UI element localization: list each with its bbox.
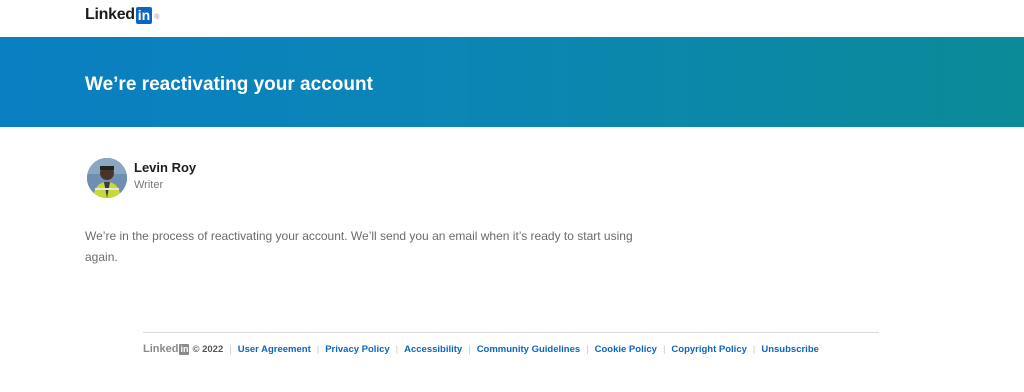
footer-separator: | bbox=[586, 343, 589, 355]
avatar-image bbox=[87, 158, 127, 198]
logo-wordmark: Linked bbox=[85, 6, 135, 23]
footer-separator: | bbox=[229, 343, 232, 355]
footer-link-privacy-policy[interactable]: Privacy Policy bbox=[325, 344, 389, 355]
email-page: Linked in ® We’re reactivating your acco… bbox=[0, 0, 1024, 392]
footer-logo-wordmark: Linked bbox=[143, 343, 179, 355]
footer-separator: | bbox=[662, 343, 666, 355]
footer-separator: | bbox=[316, 343, 320, 355]
registered-mark: ® bbox=[154, 14, 160, 21]
page-title: We’re reactivating your account bbox=[85, 74, 373, 95]
avatar bbox=[87, 158, 127, 198]
footer-separator: | bbox=[395, 343, 399, 355]
footer-separator: | bbox=[752, 343, 756, 355]
profile-text: Levin Roy Writer bbox=[134, 160, 196, 192]
footer-linkedin-logo[interactable]: Linked in bbox=[143, 343, 190, 355]
footer-logo-in-box: in bbox=[179, 343, 190, 355]
footer-link-user-agreement[interactable]: User Agreement bbox=[238, 344, 311, 355]
footer-link-accessibility[interactable]: Accessibility bbox=[404, 344, 462, 355]
footer-link-cookie-policy[interactable]: Cookie Policy bbox=[595, 344, 657, 355]
profile-card: Levin Roy Writer bbox=[87, 158, 196, 198]
linkedin-logo[interactable]: Linked in ® bbox=[85, 6, 159, 24]
reactivation-message: We’re in the process of reactivating you… bbox=[85, 229, 633, 264]
footer-link-unsubscribe[interactable]: Unsubscribe bbox=[761, 344, 819, 355]
profile-role: Writer bbox=[134, 179, 164, 191]
footer-link-community-guidelines[interactable]: Community Guidelines bbox=[477, 344, 580, 355]
footer-divider bbox=[143, 332, 879, 333]
profile-name: Levin Roy bbox=[134, 160, 197, 175]
footer: Linked in © 2022 | User Agreement | Priv… bbox=[143, 343, 819, 355]
logo-in-box: in bbox=[135, 6, 153, 24]
footer-copyright: © 2022 bbox=[192, 343, 224, 355]
footer-separator: | bbox=[468, 343, 471, 355]
footer-link-copyright-policy[interactable]: Copyright Policy bbox=[671, 344, 746, 355]
